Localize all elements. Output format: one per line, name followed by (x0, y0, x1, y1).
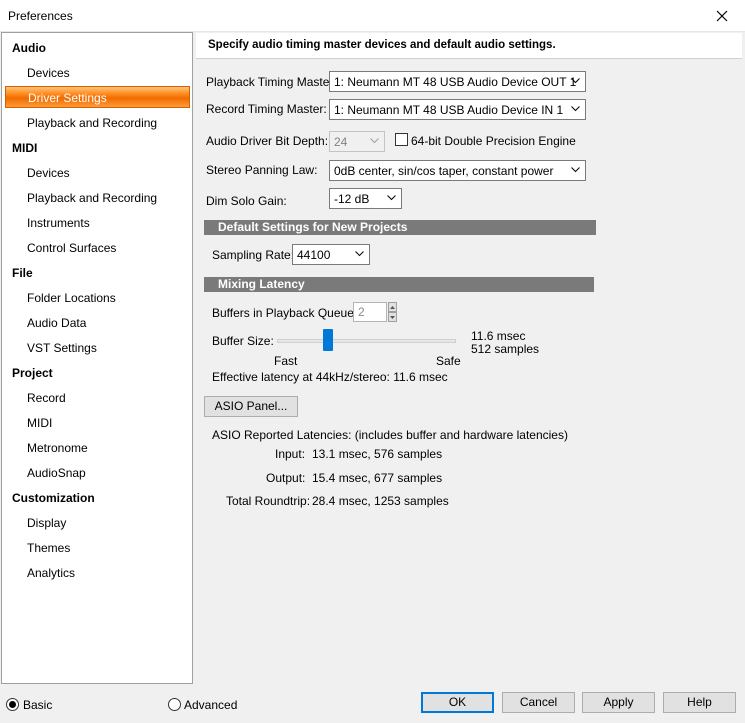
buffer-size-msec: 11.6 msec (471, 329, 526, 343)
playback-master-select[interactable]: 1: Neumann MT 48 USB Audio Device OUT 1 (329, 71, 586, 92)
double-precision-checkbox[interactable] (395, 133, 408, 146)
nav-item-analytics[interactable]: Analytics (27, 566, 75, 580)
nav-category-file[interactable]: File (12, 266, 33, 280)
record-master-select[interactable]: 1: Neumann MT 48 USB Audio Device IN 1 (329, 99, 586, 120)
panning-law-value: 0dB center, sin/cos taper, constant powe… (334, 164, 554, 178)
sampling-rate-select[interactable]: 44100 (292, 244, 370, 265)
nav-category-midi[interactable]: MIDI (12, 141, 37, 155)
chevron-down-icon (571, 167, 580, 173)
nav-item-metronome[interactable]: Metronome (27, 441, 88, 455)
asio-reported-text: ASIO Reported Latencies: (includes buffe… (212, 428, 568, 442)
cancel-button[interactable]: Cancel (502, 692, 575, 713)
record-master-label: Record Timing Master: (206, 102, 327, 116)
dim-solo-value: -12 dB (334, 192, 370, 206)
sampling-rate-label: Sampling Rate: (212, 248, 295, 262)
basic-mode-label: Basic (23, 698, 53, 712)
nav-item-audio-playback-recording[interactable]: Playback and Recording (27, 116, 157, 130)
nav-item-label: Driver Settings (28, 91, 107, 105)
mixing-latency-section-header: Mixing Latency (204, 277, 594, 292)
panning-law-label: Stereo Panning Law: (206, 163, 318, 177)
nav-item-themes[interactable]: Themes (27, 541, 70, 555)
buffer-size-samples: 512 samples (471, 342, 540, 356)
chevron-down-icon (370, 138, 379, 144)
input-latency-label: Input: (275, 447, 306, 461)
nav-category-customization[interactable]: Customization (12, 491, 95, 505)
stepper-up-icon[interactable] (388, 302, 397, 312)
buffer-size-slider-track[interactable] (277, 339, 456, 343)
buffer-size-label: Buffer Size: (212, 334, 274, 348)
nav-category-audio[interactable]: Audio (12, 41, 46, 55)
nav-item-midi-playback-recording[interactable]: Playback and Recording (27, 191, 157, 205)
slider-fast-label: Fast (274, 354, 298, 368)
double-precision-label: 64-bit Double Precision Engine (411, 134, 576, 148)
preferences-tree: Audio Devices Driver Settings Playback a… (1, 32, 193, 684)
effective-latency-text: Effective latency at 44kHz/stereo: 11.6 … (212, 370, 448, 384)
chevron-down-icon (355, 251, 364, 257)
nav-item-record[interactable]: Record (27, 391, 66, 405)
nav-item-control-surfaces[interactable]: Control Surfaces (27, 241, 116, 255)
driver-settings-panel: Specify audio timing master devices and … (196, 33, 742, 684)
record-master-value: 1: Neumann MT 48 USB Audio Device IN 1 (334, 103, 564, 117)
roundtrip-latency-label: Total Roundtrip: (226, 494, 311, 508)
panel-header: Specify audio timing master devices and … (196, 33, 742, 59)
apply-button[interactable]: Apply (582, 692, 655, 713)
dialog-footer: Basic Advanced OK Cancel Apply Help (0, 688, 745, 723)
title-bar: Preferences (0, 0, 745, 32)
chevron-down-icon (571, 106, 580, 112)
buffer-size-slider-thumb[interactable] (322, 329, 333, 351)
ok-button[interactable]: OK (421, 692, 494, 713)
nav-item-vst-settings[interactable]: VST Settings (27, 341, 97, 355)
chevron-down-icon (571, 78, 580, 84)
nav-item-audio-devices[interactable]: Devices (27, 66, 70, 80)
output-latency-value: 15.4 msec, 677 samples (312, 471, 443, 485)
advanced-mode-radio[interactable] (168, 698, 181, 711)
window-title: Preferences (8, 9, 73, 23)
nav-category-project[interactable]: Project (12, 366, 53, 380)
output-latency-label: Output: (266, 471, 306, 485)
playback-master-label: Playback Timing Master: (206, 75, 337, 89)
basic-mode-radio[interactable] (6, 698, 19, 711)
dim-solo-select[interactable]: -12 dB (329, 188, 402, 209)
panning-law-select[interactable]: 0dB center, sin/cos taper, constant powe… (329, 160, 586, 181)
buffers-stepper[interactable] (388, 302, 397, 322)
panel-description: Specify audio timing master devices and … (208, 39, 556, 51)
sampling-rate-value: 44100 (297, 248, 331, 262)
close-icon[interactable] (699, 0, 745, 31)
nav-item-audiosnap[interactable]: AudioSnap (27, 466, 86, 480)
nav-item-midi-devices[interactable]: Devices (27, 166, 70, 180)
asio-panel-button[interactable]: ASIO Panel... (204, 396, 298, 417)
nav-item-audio-data[interactable]: Audio Data (27, 316, 86, 330)
help-button[interactable]: Help (663, 692, 736, 713)
nav-item-midi[interactable]: MIDI (27, 416, 52, 430)
buffers-input[interactable]: 2 (353, 302, 387, 322)
chevron-down-icon (387, 195, 396, 201)
bit-depth-value: 24 (334, 135, 348, 149)
nav-item-display[interactable]: Display (27, 516, 66, 530)
input-latency-value: 13.1 msec, 576 samples (312, 447, 443, 461)
default-settings-section-header: Default Settings for New Projects (204, 220, 596, 235)
bit-depth-label: Audio Driver Bit Depth: (206, 134, 329, 148)
dim-solo-label: Dim Solo Gain: (206, 194, 287, 208)
advanced-mode-label: Advanced (184, 698, 238, 712)
nav-item-folder-locations[interactable]: Folder Locations (27, 291, 116, 305)
playback-master-value: 1: Neumann MT 48 USB Audio Device OUT 1 (334, 75, 577, 89)
buffers-label: Buffers in Playback Queue: (212, 306, 358, 320)
nav-item-driver-settings[interactable]: Driver Settings (5, 86, 190, 108)
roundtrip-latency-value: 28.4 msec, 1253 samples (312, 494, 449, 508)
bit-depth-select[interactable]: 24 (329, 131, 385, 152)
slider-safe-label: Safe (436, 354, 461, 368)
stepper-down-icon[interactable] (388, 312, 397, 322)
nav-item-instruments[interactable]: Instruments (27, 216, 90, 230)
